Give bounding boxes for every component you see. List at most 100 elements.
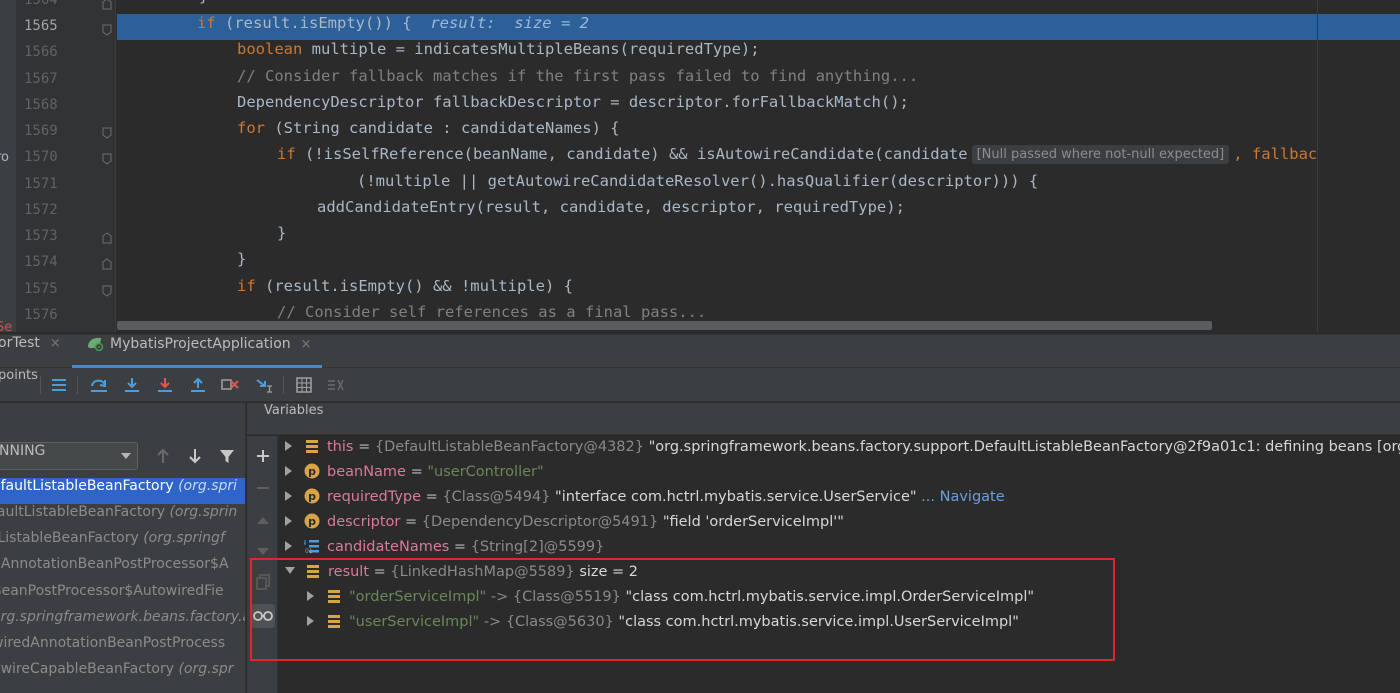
code-line: } xyxy=(237,250,246,276)
code-line: } xyxy=(277,224,286,250)
line-number: 1574 xyxy=(24,254,58,270)
stack-frame[interactable]: BeanPostProcessor$AutowiredFie xyxy=(0,583,245,609)
step-into-icon[interactable] xyxy=(120,374,144,396)
run-to-cursor-icon[interactable] xyxy=(252,374,276,396)
code-line: DependencyDescriptor fallbackDescriptor … xyxy=(237,93,909,119)
frame-method: efaultListableBeanFactory xyxy=(0,478,174,494)
variables-title: Variables xyxy=(264,403,324,418)
parameter-icon: p xyxy=(304,513,320,529)
thread-selector[interactable]: NNING xyxy=(0,442,138,470)
step-out-icon[interactable] xyxy=(186,374,210,396)
code-line: addCandidateEntry(result, candidate, des… xyxy=(317,198,905,224)
toolbar-separator xyxy=(283,376,284,394)
frame-method: owireCapableBeanFactory xyxy=(0,661,174,677)
expand-arrow-icon[interactable] xyxy=(285,516,292,526)
stack-frame[interactable]: org.springframework.beans.factory.a xyxy=(0,609,245,635)
fold-end-icon[interactable] xyxy=(102,232,112,244)
close-icon[interactable]: × xyxy=(50,336,61,351)
fold-end-icon[interactable] xyxy=(102,258,112,270)
equals-sign: = xyxy=(425,489,438,505)
equals-sign: = xyxy=(404,514,418,530)
arrow-down-icon[interactable] xyxy=(184,445,206,467)
fold-start-icon[interactable] xyxy=(102,153,112,165)
close-icon[interactable]: × xyxy=(301,337,312,352)
inline-debug-value: result: size = 2 xyxy=(430,14,589,32)
variable-row-beanName[interactable]: p beanName = "userController" xyxy=(285,463,544,488)
filter-icon[interactable] xyxy=(216,445,238,467)
stack-frame[interactable]: owireCapableBeanFactory (org.spr xyxy=(0,661,245,687)
frame-package: (org.sprin xyxy=(169,504,238,520)
force-step-into-icon[interactable] xyxy=(153,374,177,396)
arrow-up-icon[interactable] xyxy=(152,445,174,467)
variable-ref: {DependencyDescriptor@5491} xyxy=(421,514,659,530)
keyword: boolean xyxy=(237,40,303,58)
thread-status: NNING xyxy=(0,443,46,459)
variable-value: "field 'orderServiceImpl'" xyxy=(662,514,844,530)
expand-arrow-icon[interactable] xyxy=(285,441,292,451)
tab-label: MybatisProjectApplication xyxy=(110,336,291,352)
tab-test-session[interactable]: orTest × xyxy=(0,335,61,368)
fold-start-icon[interactable] xyxy=(102,24,112,36)
stack-frame[interactable]: wiredAnnotationBeanPostProcess xyxy=(0,635,245,661)
code-text: addCandidateEntry(result, candidate, des… xyxy=(317,198,905,216)
panel-fragment: Se xyxy=(0,320,13,332)
variable-name: beanName xyxy=(327,464,406,480)
variable-row-requiredType[interactable]: p requiredType = {Class@5494} "interface … xyxy=(285,488,1005,513)
drop-frame-icon[interactable] xyxy=(218,374,242,396)
stack-frame[interactable]: faultListableBeanFactory (org.sprin xyxy=(0,504,245,530)
stack-frame[interactable]: efaultListableBeanFactory (org.spri xyxy=(0,478,245,504)
tab-label: orTest xyxy=(0,335,40,351)
code-text: } xyxy=(277,224,287,242)
variable-value: "org.springframework.beans.factory.suppo… xyxy=(648,439,1400,455)
fold-start-icon[interactable] xyxy=(102,127,112,139)
stack-frame[interactable]: tListableBeanFactory (org.springf xyxy=(0,530,245,556)
breakpoints-tab-label[interactable]: points xyxy=(0,368,38,383)
show-execution-point-icon[interactable] xyxy=(47,374,71,396)
step-over-icon[interactable] xyxy=(87,374,111,396)
line-number-gutter[interactable]: 1564 1565 1566 1567 1568 1569 1570 1571 … xyxy=(16,0,116,332)
line-number: 1564 xyxy=(24,0,58,8)
code-editor[interactable]: ro Se 1564 1565 1566 1567 1568 1569 1570… xyxy=(0,0,1400,332)
trace-icon[interactable] xyxy=(324,374,348,396)
frame-package: (org.spr xyxy=(178,661,234,677)
expand-arrow-icon[interactable] xyxy=(285,466,292,476)
horizontal-scrollbar[interactable] xyxy=(117,321,1212,330)
variable-row-descriptor[interactable]: p descriptor = {DependencyDescriptor@5491… xyxy=(285,513,844,538)
equals-sign: = xyxy=(358,439,371,455)
frame-package: (org.springf xyxy=(143,530,225,546)
line-number: 1571 xyxy=(24,176,58,192)
evaluate-expression-icon[interactable] xyxy=(292,374,316,396)
variable-row-this[interactable]: this = {DefaultListableBeanFactory@4382}… xyxy=(285,438,1400,463)
expand-arrow-icon[interactable] xyxy=(285,491,292,501)
variable-name: candidateNames xyxy=(327,539,450,555)
expand-arrow-icon[interactable] xyxy=(285,541,292,551)
parameter-icon: p xyxy=(304,488,320,504)
keyword: for xyxy=(237,119,265,137)
frame-method: wiredAnnotationBeanPostProcess xyxy=(0,635,226,651)
code-line: // Consider fallback matches if the firs… xyxy=(237,67,918,93)
fold-end-icon[interactable] xyxy=(102,0,112,10)
remove-watch-icon[interactable] xyxy=(251,476,275,500)
variable-value: "userController" xyxy=(427,464,544,480)
code-comment: // Consider fallback matches if the firs… xyxy=(237,67,919,85)
tab-mybatis-project-application[interactable]: MybatisProjectApplication × xyxy=(72,335,322,368)
code-text: (!multiple || getAutowireCandidateResolv… xyxy=(357,172,1039,190)
frame-method: faultListableBeanFactory xyxy=(0,504,166,520)
project-panel-edge: ro Se xyxy=(0,0,16,332)
code-line: for (String candidate : candidateNames) … xyxy=(237,119,620,145)
keyword: if xyxy=(277,145,296,163)
navigate-link[interactable]: ... Navigate xyxy=(921,489,1004,505)
fold-start-icon[interactable] xyxy=(102,285,112,297)
frame-package: (org.spri xyxy=(178,478,238,494)
code-line-current: if (result.isEmpty()) { result: size = 2 xyxy=(197,14,589,40)
code-area[interactable]: } if (result.isEmpty()) { result: size =… xyxy=(117,0,1400,332)
line-number: 1575 xyxy=(24,281,58,297)
line-number: 1567 xyxy=(24,71,58,87)
move-up-icon[interactable] xyxy=(251,508,275,532)
variable-name: this xyxy=(327,439,354,455)
svg-text:p: p xyxy=(308,490,316,503)
stack-frame[interactable]: dAnnotationBeanPostProcessor$A xyxy=(0,556,245,582)
add-watch-icon[interactable] xyxy=(251,444,275,468)
line-number: 1568 xyxy=(24,97,58,113)
code-text: (String candidate : candidateNames) { xyxy=(265,119,620,137)
